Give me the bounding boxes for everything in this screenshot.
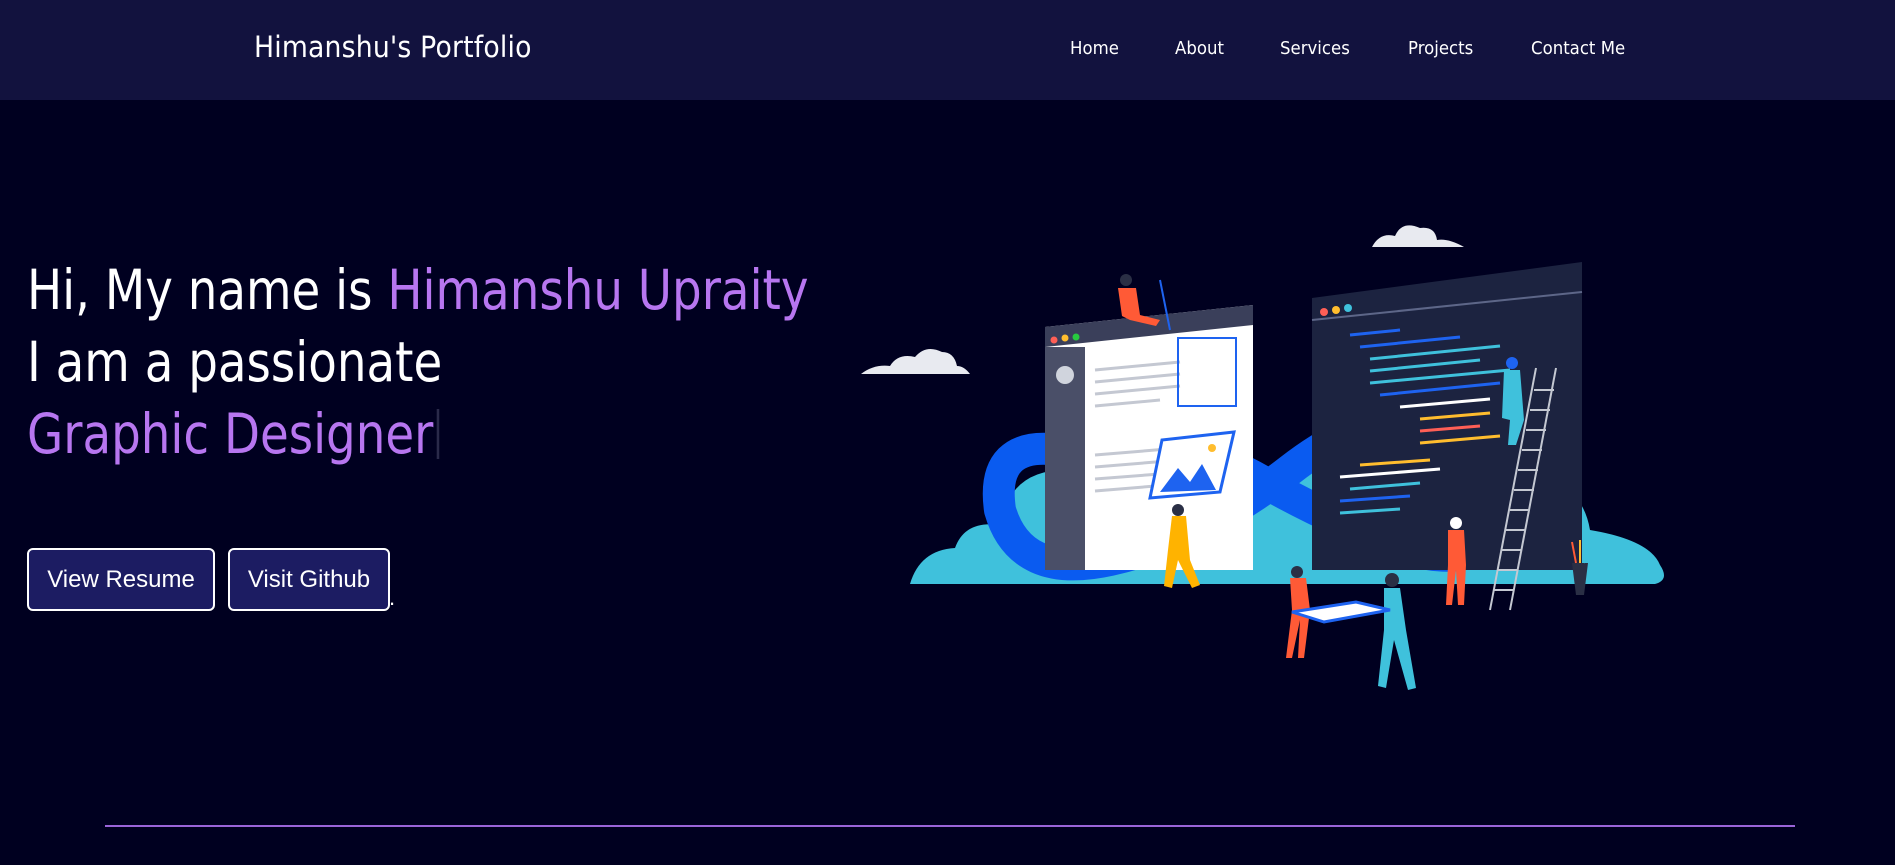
typing-cursor	[436, 409, 440, 459]
hero-line-3: Graphic Designer	[27, 398, 809, 470]
cloud-top-icon	[1372, 225, 1464, 247]
left-window	[1045, 305, 1253, 570]
hero-heading: Hi, My name is Himanshu Upraity I am a p…	[27, 254, 809, 470]
right-window	[1311, 262, 1583, 570]
nav-item-projects[interactable]: Projects	[1408, 38, 1473, 59]
hero-line-1: Hi, My name is Himanshu Upraity	[27, 254, 809, 326]
nav-item-contact[interactable]: Contact Me	[1531, 38, 1625, 59]
hero-line-2: I am a passionate	[27, 330, 443, 394]
hero-role: Graphic Designer	[27, 402, 434, 466]
view-resume-button[interactable]: View Resume	[27, 548, 215, 611]
hero-name: Himanshu Upraity	[387, 258, 809, 322]
brand-title[interactable]: Himanshu's Portfolio	[254, 30, 532, 64]
nav-menu: Home About Services Projects Contact Me	[1070, 38, 1634, 59]
navbar: Himanshu's Portfolio Home About Services…	[0, 0, 1895, 100]
people-carrying-frame	[1286, 566, 1416, 690]
hero-greeting: Hi, My name is	[27, 258, 388, 322]
nav-item-services[interactable]: Services	[1280, 38, 1350, 59]
section-divider	[105, 825, 1795, 827]
visit-github-button[interactable]: Visit Github	[228, 548, 390, 611]
nav-item-about[interactable]: About	[1175, 38, 1224, 59]
nav-item-home[interactable]: Home	[1070, 38, 1119, 59]
trailing-dot: .	[389, 585, 396, 610]
developer-team-illustration	[861, 225, 1664, 690]
person-orange-right	[1446, 517, 1466, 605]
cloud-left-icon	[861, 348, 970, 374]
